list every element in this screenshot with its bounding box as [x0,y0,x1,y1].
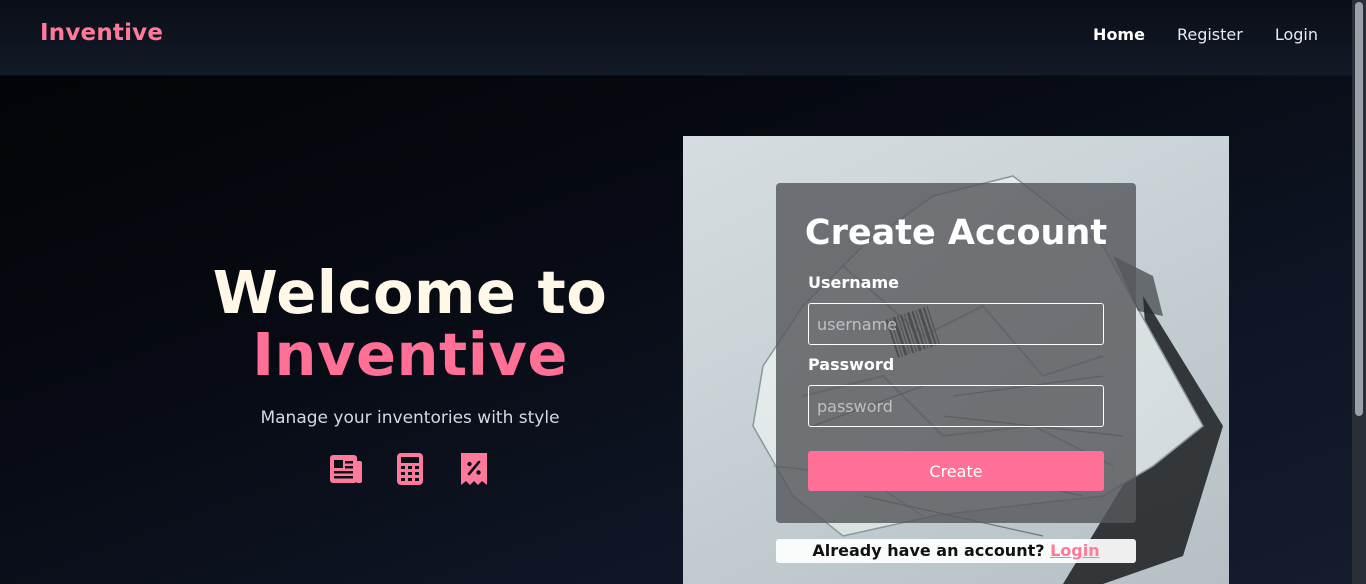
nav-register-link[interactable]: Register [1177,25,1243,44]
nav-login-link[interactable]: Login [1275,25,1318,44]
vertical-scrollbar[interactable] [1352,0,1366,584]
page: Inventive Home Register Login Welcome to… [0,0,1366,584]
hero-icons [180,452,640,486]
password-input[interactable] [808,385,1104,427]
newspaper-icon [330,455,362,483]
nav-home-link[interactable]: Home [1093,25,1145,44]
hero-title-brand: Inventive [252,320,568,389]
password-label: Password [808,355,895,374]
create-button[interactable]: Create [808,451,1104,491]
nav-links: Home Register Login [1093,25,1318,44]
create-account-form: Create Account Username Password Create [776,183,1136,523]
calculator-icon [397,453,423,485]
username-label: Username [808,273,899,292]
hero-subtitle: Manage your inventories with style [260,408,560,428]
login-hint-text: Already have an account? [812,541,1045,560]
hero-title-line1: Welcome to [212,258,608,327]
login-link[interactable]: Login [1050,541,1100,560]
hero-title: Welcome to Inventive [180,262,640,386]
hero-section: Welcome to Inventive Manage your invento… [180,262,640,486]
login-hint: Already have an account? Login [776,539,1136,563]
form-title: Create Account [804,213,1108,253]
brand-logo[interactable]: Inventive [40,20,163,46]
username-input[interactable] [808,303,1104,345]
scrollbar-thumb[interactable] [1355,2,1363,416]
receipt-percent-icon [461,453,487,485]
navbar: Inventive Home Register Login [0,0,1352,75]
